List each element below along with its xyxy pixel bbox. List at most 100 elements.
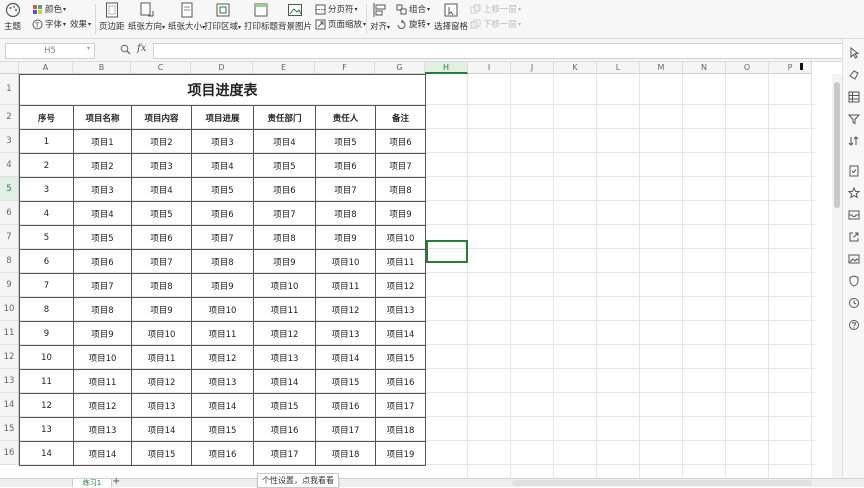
table-cell[interactable]: 项目6	[131, 225, 192, 250]
table-cell[interactable]: 6	[19, 249, 74, 274]
send-down-button[interactable]: 下移一层 ▾	[470, 18, 521, 30]
orientation-button[interactable]: 纸张方向▾	[128, 2, 165, 32]
table-cell[interactable]: 项目6	[73, 249, 132, 274]
column-header-d[interactable]: D	[191, 62, 253, 74]
table-cell[interactable]: 项目7	[253, 201, 316, 226]
table-cell[interactable]: 项目16	[315, 393, 376, 418]
column-header-a[interactable]: A	[19, 62, 73, 74]
select-all-corner[interactable]	[0, 62, 19, 74]
align-button[interactable]: 对齐▾	[370, 2, 390, 32]
table-cell[interactable]: 项目3	[131, 153, 192, 178]
column-header-f[interactable]: F	[315, 62, 375, 74]
bring-up-button[interactable]: 上移一层 ▾	[470, 3, 521, 15]
table-cell[interactable]: 项目16	[253, 417, 316, 442]
scrollbar-thumb[interactable]	[834, 82, 840, 208]
column-header-c[interactable]: C	[131, 62, 191, 74]
table-cell[interactable]: 1	[19, 129, 74, 154]
table-cell[interactable]: 13	[19, 417, 74, 442]
table-cell[interactable]: 8	[19, 297, 74, 322]
table-cell[interactable]: 项目4	[73, 201, 132, 226]
table-cell[interactable]: 项目11	[191, 321, 254, 346]
background-button[interactable]: 背景图片	[278, 2, 312, 32]
header-cell[interactable]: 项目名称	[73, 105, 132, 130]
table-cell[interactable]: 项目12	[131, 369, 192, 394]
table-cell[interactable]: 项目12	[375, 273, 426, 298]
table-cell[interactable]: 项目18	[375, 417, 426, 442]
table-cell[interactable]: 项目8	[253, 225, 316, 250]
column-header-k[interactable]: K	[554, 62, 597, 74]
table-cell[interactable]: 项目13	[375, 297, 426, 322]
filter-icon[interactable]	[848, 113, 860, 125]
table-cell[interactable]: 项目9	[253, 249, 316, 274]
star-icon[interactable]	[848, 187, 860, 199]
spreadsheet-grid[interactable]: ABCDEFGHIJKLMNOP 1 2 3 4 5 6 7 8 9 10 11 12 13 14 15 16…	[0, 62, 815, 478]
table-cell[interactable]: 项目14	[315, 345, 376, 370]
table-cell[interactable]: 项目3	[73, 177, 132, 202]
table-cell[interactable]: 项目13	[191, 369, 254, 394]
table-cell[interactable]: 项目17	[315, 417, 376, 442]
size-button[interactable]: 纸张大小▾	[168, 2, 205, 32]
table-cell[interactable]: 项目14	[375, 321, 426, 346]
shape-icon[interactable]	[848, 69, 860, 81]
table-cell[interactable]: 项目8	[315, 201, 376, 226]
column-header-o[interactable]: O	[726, 62, 769, 74]
table-cell[interactable]: 项目4	[131, 177, 192, 202]
table-cell[interactable]: 项目6	[315, 153, 376, 178]
header-cell[interactable]: 责任部门	[253, 105, 316, 130]
table-cell[interactable]: 项目6	[253, 177, 316, 202]
formula-input[interactable]	[153, 43, 855, 59]
table-cell[interactable]: 项目9	[191, 273, 254, 298]
table-cell[interactable]: 项目5	[131, 201, 192, 226]
page-zoom-button[interactable]: 页面缩放 ▾	[315, 18, 366, 30]
font-button[interactable]: T 字体 ▾	[32, 18, 66, 30]
column-header-b[interactable]: B	[73, 62, 131, 74]
row-header-7[interactable]: 7	[0, 225, 19, 249]
table-cell[interactable]: 项目13	[131, 393, 192, 418]
row-header-2[interactable]: 2	[0, 105, 19, 129]
table-cell[interactable]: 项目5	[191, 177, 254, 202]
row-header-10[interactable]: 10	[0, 297, 19, 321]
table-cell[interactable]: 12	[19, 393, 74, 418]
horizontal-scrollbar[interactable]	[512, 480, 812, 486]
table-cell[interactable]: 项目7	[375, 153, 426, 178]
table-cell[interactable]: 项目12	[315, 297, 376, 322]
vertical-scrollbar[interactable]	[832, 74, 842, 478]
table-cell[interactable]: 项目8	[131, 273, 192, 298]
history-icon[interactable]	[848, 297, 860, 309]
header-cell[interactable]: 责任人	[315, 105, 376, 130]
table-cell[interactable]: 项目8	[73, 297, 132, 322]
table-cell[interactable]: 项目15	[131, 441, 192, 466]
table-cell[interactable]: 项目16	[375, 369, 426, 394]
table-cell[interactable]: 项目7	[191, 225, 254, 250]
table-cell[interactable]: 项目15	[253, 393, 316, 418]
table-cell[interactable]: 项目12	[73, 393, 132, 418]
table-cell[interactable]: 项目12	[253, 321, 316, 346]
column-header-j[interactable]: J	[511, 62, 554, 74]
row-header-14[interactable]: 14	[0, 393, 19, 417]
header-cell[interactable]: 项目进展	[191, 105, 254, 130]
table-cell[interactable]: 10	[19, 345, 74, 370]
table-cell[interactable]: 项目19	[375, 441, 426, 466]
table-cell[interactable]: 3	[19, 177, 74, 202]
table-cell[interactable]: 项目11	[375, 249, 426, 274]
column-header-n[interactable]: N	[683, 62, 726, 74]
row-header-15[interactable]: 15	[0, 417, 19, 441]
table-cell[interactable]: 项目9	[131, 297, 192, 322]
table-cell[interactable]: 项目15	[191, 417, 254, 442]
table-cell[interactable]: 11	[19, 369, 74, 394]
table-cell[interactable]: 项目12	[191, 345, 254, 370]
table-cell[interactable]: 项目8	[191, 249, 254, 274]
table-cell[interactable]: 项目6	[375, 129, 426, 154]
row-header-9[interactable]: 9	[0, 273, 19, 297]
selection-pane-button[interactable]: 选择窗格	[434, 2, 468, 32]
header-cell[interactable]: 备注	[375, 105, 426, 130]
table-cell[interactable]: 2	[19, 153, 74, 178]
row-header-13[interactable]: 13	[0, 369, 19, 393]
sort-icon[interactable]	[848, 135, 860, 147]
share-icon[interactable]	[848, 231, 860, 243]
selected-cell-h5[interactable]	[426, 240, 468, 263]
table-cell[interactable]: 项目11	[253, 297, 316, 322]
chevron-down-icon[interactable]: ▾	[87, 45, 90, 52]
row-header-3[interactable]: 3	[0, 129, 19, 153]
print-area-button[interactable]: 打印区域▾	[204, 2, 241, 32]
